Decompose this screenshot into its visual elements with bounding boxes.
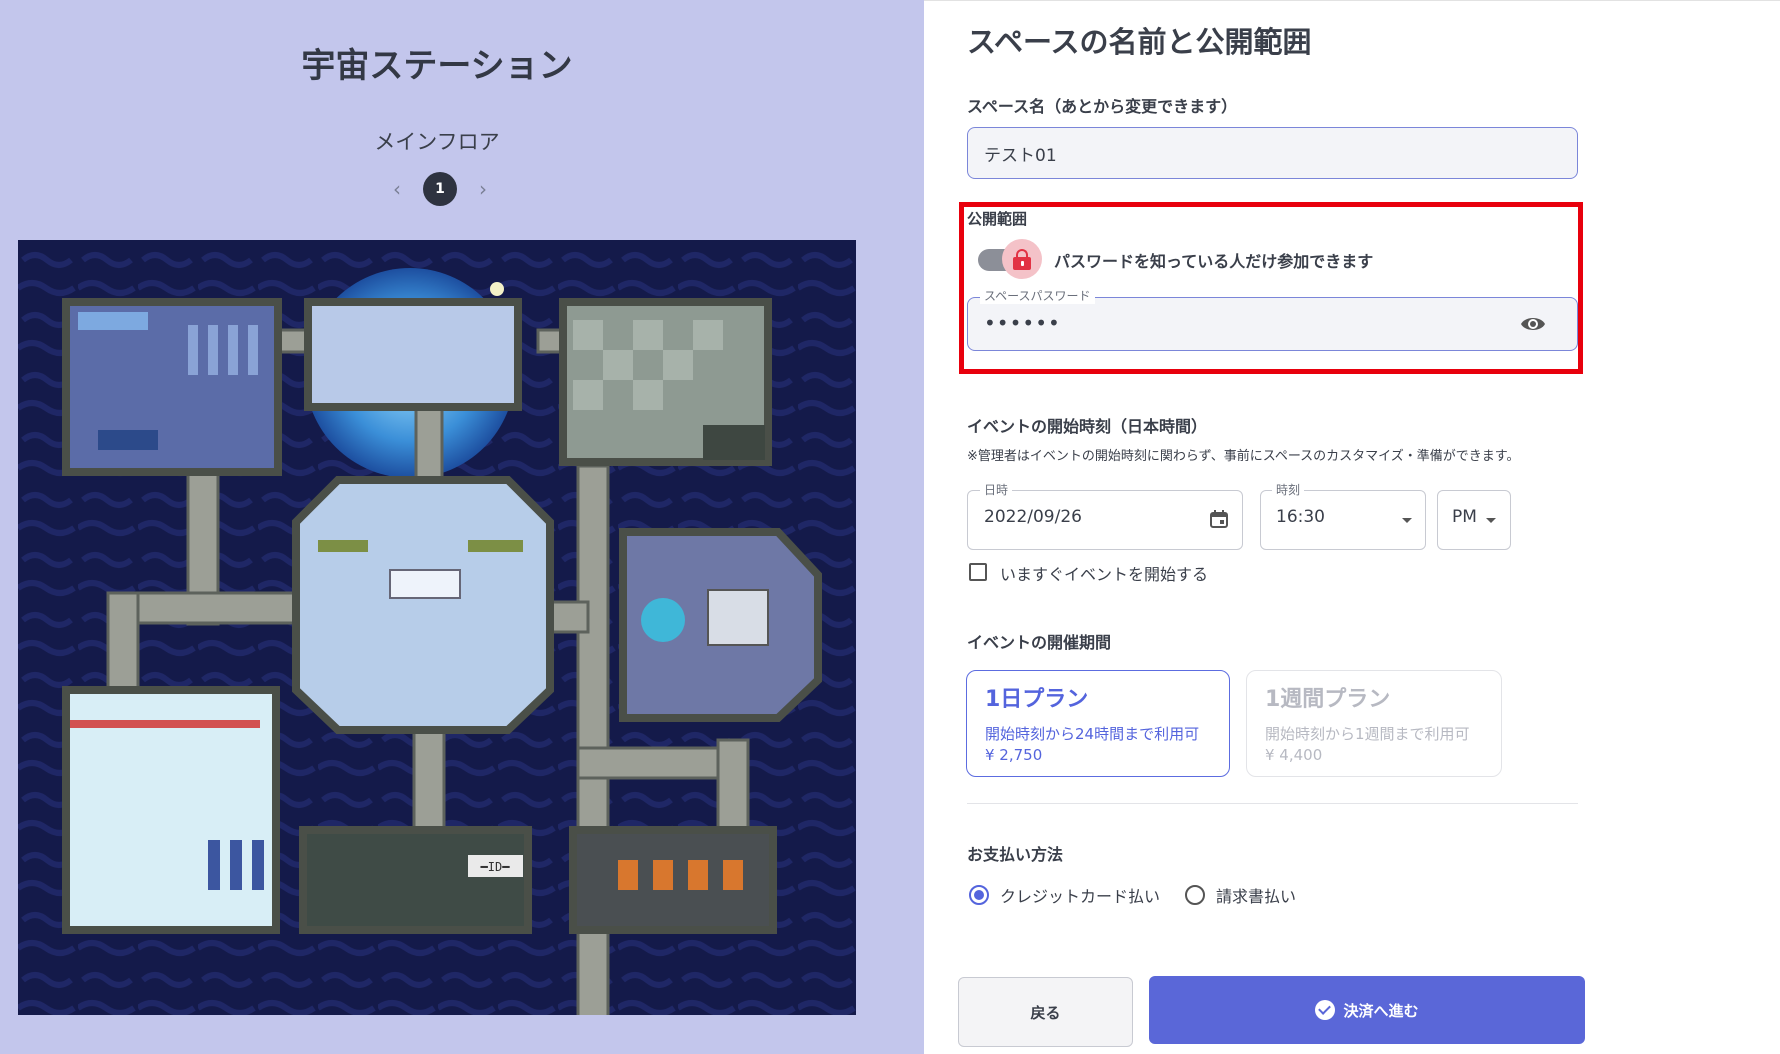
plan-name: 1週間プラン — [1265, 687, 1391, 712]
time-value[interactable]: 16:30 — [1276, 507, 1325, 527]
eye-icon[interactable] — [1520, 313, 1546, 335]
map-room-label: ━ID━ — [480, 860, 511, 874]
payment-credit-label[interactable]: クレジットカード払い — [1000, 883, 1160, 907]
map-preview-panel: 宇宙ステーション メインフロア ‹ 1 › ━ID━ — [0, 0, 924, 1054]
start-now-label[interactable]: いますぐイベントを開始する — [1000, 561, 1208, 585]
space-name-label: スペース名（あとから変更できます） — [967, 97, 1238, 116]
plan-price: ¥ 2,750 — [985, 746, 1043, 764]
ampm-value[interactable]: PM — [1452, 507, 1477, 527]
ampm-caret-icon — [1486, 518, 1496, 523]
page-title: スペースの名前と公開範囲 — [967, 25, 1312, 59]
visibility-toggle[interactable] — [1002, 239, 1042, 279]
space-name-input[interactable]: テスト01 — [967, 127, 1578, 179]
plan-desc: 開始時刻から24時間まで利用可 — [985, 725, 1200, 743]
time-legend: 時刻 — [1272, 481, 1305, 498]
payment-credit-radio[interactable] — [969, 885, 989, 905]
duration-label: イベントの開催期間 — [967, 633, 1112, 652]
payment-invoice-label[interactable]: 請求書払い — [1216, 883, 1296, 907]
space-station-map: ━ID━ — [18, 240, 856, 1015]
floor-name: メインフロア — [374, 130, 500, 154]
space-password-legend: スペースパスワード — [980, 287, 1095, 304]
start-now-checkbox[interactable] — [969, 563, 987, 581]
plan-price: ¥ 4,400 — [1265, 746, 1323, 764]
check-circle-icon — [1315, 1000, 1336, 1020]
next-floor-button[interactable]: › — [471, 177, 495, 201]
plan-card-1week[interactable]: 1週間プラン 開始時刻から1週間まで利用可 ¥ 4,400 — [1246, 670, 1502, 777]
back-button[interactable]: 戻る — [958, 977, 1133, 1047]
proceed-to-payment-label: 決済へ進む — [1343, 1001, 1419, 1020]
space-settings-form: スペースの名前と公開範囲 スペース名（あとから変更できます） テスト01 公開範… — [924, 0, 1780, 1054]
space-password-value[interactable]: •••••• — [984, 311, 1061, 335]
plan-card-1day[interactable]: 1日プラン 開始時刻から24時間まで利用可 ¥ 2,750 — [966, 670, 1230, 777]
map-title: 宇宙ステーション — [301, 46, 573, 86]
current-floor-badge[interactable]: 1 — [423, 172, 457, 206]
start-time-label: イベントの開始時刻（日本時間） — [967, 417, 1208, 436]
date-value[interactable]: 2022/09/26 — [984, 507, 1082, 527]
payment-label: お支払い方法 — [967, 845, 1064, 864]
proceed-to-payment-button[interactable]: 決済へ進む — [1149, 976, 1585, 1044]
calendar-icon[interactable] — [1209, 509, 1229, 529]
lock-icon — [1013, 249, 1031, 270]
visibility-toggle-label: パスワードを知っている人だけ参加できます — [1054, 252, 1374, 271]
plan-desc: 開始時刻から1週間まで利用可 — [1265, 725, 1470, 743]
visibility-label: 公開範囲 — [967, 210, 1028, 228]
prev-floor-button[interactable]: ‹ — [385, 177, 409, 201]
section-divider — [967, 803, 1578, 804]
start-time-note: ※管理者はイベントの開始時刻に関わらず、事前にスペースのカスタマイズ・準備ができ… — [967, 449, 1520, 464]
date-legend: 日時 — [980, 481, 1013, 498]
floor-pager: ‹ 1 › — [385, 170, 495, 208]
payment-invoice-radio[interactable] — [1185, 885, 1205, 905]
map-illustration: ━ID━ — [18, 240, 856, 1015]
plan-name: 1日プラン — [985, 687, 1089, 712]
time-caret-icon — [1402, 518, 1412, 523]
